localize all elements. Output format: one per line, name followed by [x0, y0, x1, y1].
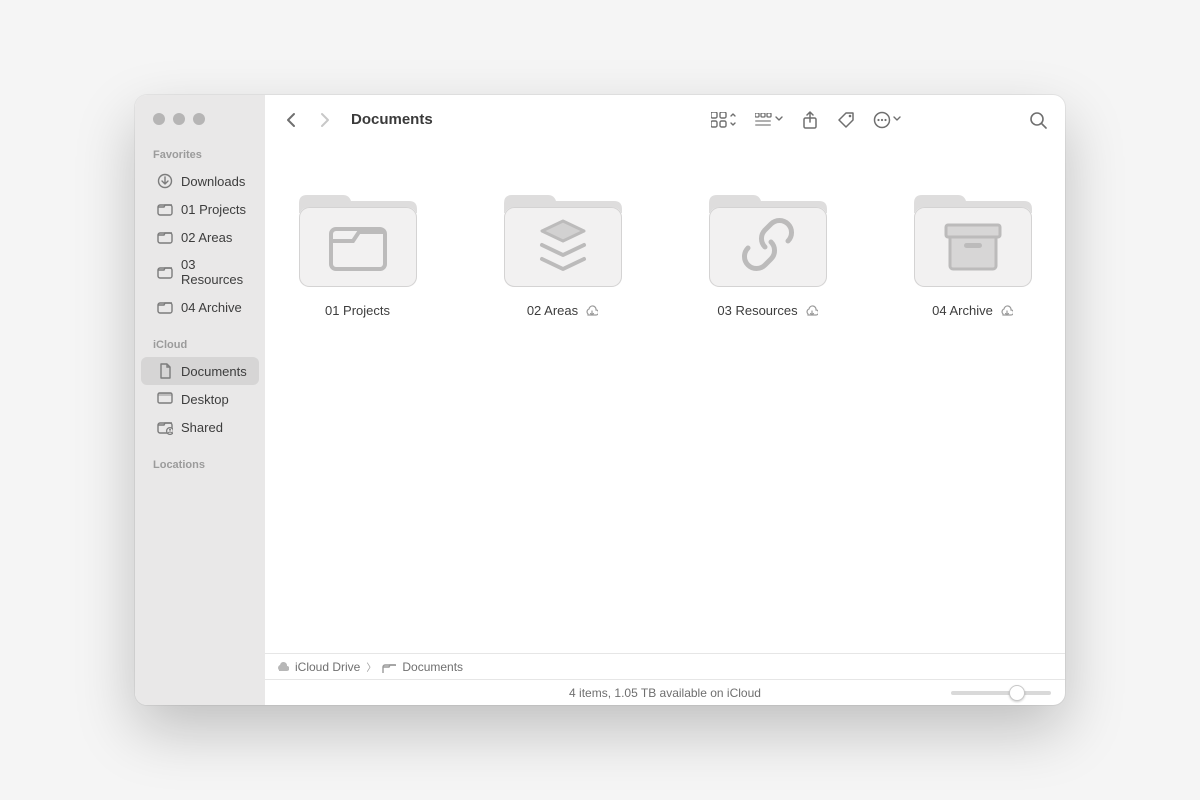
minimize-dot[interactable] [173, 113, 185, 125]
sidebar: Favorites Downloads 01 Projects 02 Areas 03 … [135, 95, 265, 705]
finder-window: Favorites Downloads 01 Projects 02 Areas 03 … [135, 95, 1065, 705]
window-controls [135, 113, 265, 143]
sidebar-section-label: iCloud [135, 333, 265, 357]
sidebar-item-shared[interactable]: Shared [141, 413, 259, 441]
folder-icon [157, 201, 173, 217]
view-mode-button[interactable] [711, 112, 737, 128]
back-button[interactable] [283, 111, 301, 129]
download-cloud-icon [584, 305, 598, 317]
folder-icon [157, 299, 173, 315]
sidebar-item-04-archive[interactable]: 04 Archive [141, 293, 259, 321]
more-actions-button[interactable] [873, 111, 901, 129]
sidebar-item-label: Shared [181, 420, 223, 435]
shared-icon [157, 419, 173, 435]
close-dot[interactable] [153, 113, 165, 125]
sidebar-item-label: Downloads [181, 174, 245, 189]
chevron-right-icon: 〉 [366, 659, 376, 674]
search-button[interactable] [1029, 111, 1047, 129]
sidebar-item-downloads[interactable]: Downloads [141, 167, 259, 195]
path-root[interactable]: iCloud Drive [295, 660, 360, 674]
sidebar-item-label: Desktop [181, 392, 229, 407]
path-leaf[interactable]: Documents [402, 660, 463, 674]
sidebar-item-03-resources[interactable]: 03 Resources [141, 251, 259, 293]
icon-size-slider[interactable] [951, 691, 1051, 695]
download-cloud-icon [999, 305, 1013, 317]
sidebar-section-label: Locations [135, 453, 265, 477]
sidebar-item-label: 04 Archive [181, 300, 242, 315]
folder-label: 04 Archive [932, 303, 993, 318]
folder-icon [914, 185, 1032, 289]
folder-icon [504, 185, 622, 289]
sidebar-item-01-projects[interactable]: 01 Projects [141, 195, 259, 223]
download-cloud-icon [804, 305, 818, 317]
folder-icon [157, 229, 173, 245]
sidebar-item-desktop[interactable]: Desktop [141, 385, 259, 413]
download-icon [157, 173, 173, 189]
folder-04-archive[interactable]: 04 Archive [890, 185, 1055, 318]
folder-label: 01 Projects [325, 303, 390, 318]
icloud-icon [275, 661, 289, 673]
document-icon [157, 363, 173, 379]
folder-01-projects[interactable]: 01 Projects [275, 185, 440, 318]
sidebar-item-label: 03 Resources [181, 257, 247, 287]
folder-icon [157, 264, 173, 280]
folder-label: 03 Resources [717, 303, 797, 318]
tags-button[interactable] [837, 111, 855, 129]
folder-icon [709, 185, 827, 289]
group-by-button[interactable] [755, 113, 783, 127]
folder-label: 02 Areas [527, 303, 578, 318]
sidebar-item-label: 02 Areas [181, 230, 232, 245]
sidebar-section-label: Favorites [135, 143, 265, 167]
desktop-icon [157, 391, 173, 407]
toolbar: Documents [265, 95, 1065, 145]
share-button[interactable] [801, 111, 819, 129]
sidebar-item-label: Documents [181, 364, 247, 379]
sidebar-item-02-areas[interactable]: 02 Areas [141, 223, 259, 251]
main-area: Documents 01 Projects 02 Areas 03 Resource… [265, 95, 1065, 705]
sidebar-item-label: 01 Projects [181, 202, 246, 217]
sidebar-item-documents[interactable]: Documents [141, 357, 259, 385]
forward-button[interactable] [315, 111, 333, 129]
folder-icon [382, 661, 396, 673]
icon-grid: 01 Projects 02 Areas 03 Resources 04 Archiv… [265, 145, 1065, 653]
folder-03-resources[interactable]: 03 Resources [685, 185, 850, 318]
zoom-dot[interactable] [193, 113, 205, 125]
path-bar: iCloud Drive 〉 Documents [265, 653, 1065, 679]
folder-02-areas[interactable]: 02 Areas [480, 185, 645, 318]
status-text: 4 items, 1.05 TB available on iCloud [569, 686, 761, 700]
status-bar: 4 items, 1.05 TB available on iCloud [265, 679, 1065, 705]
folder-icon [299, 185, 417, 289]
location-title: Documents [351, 111, 433, 128]
